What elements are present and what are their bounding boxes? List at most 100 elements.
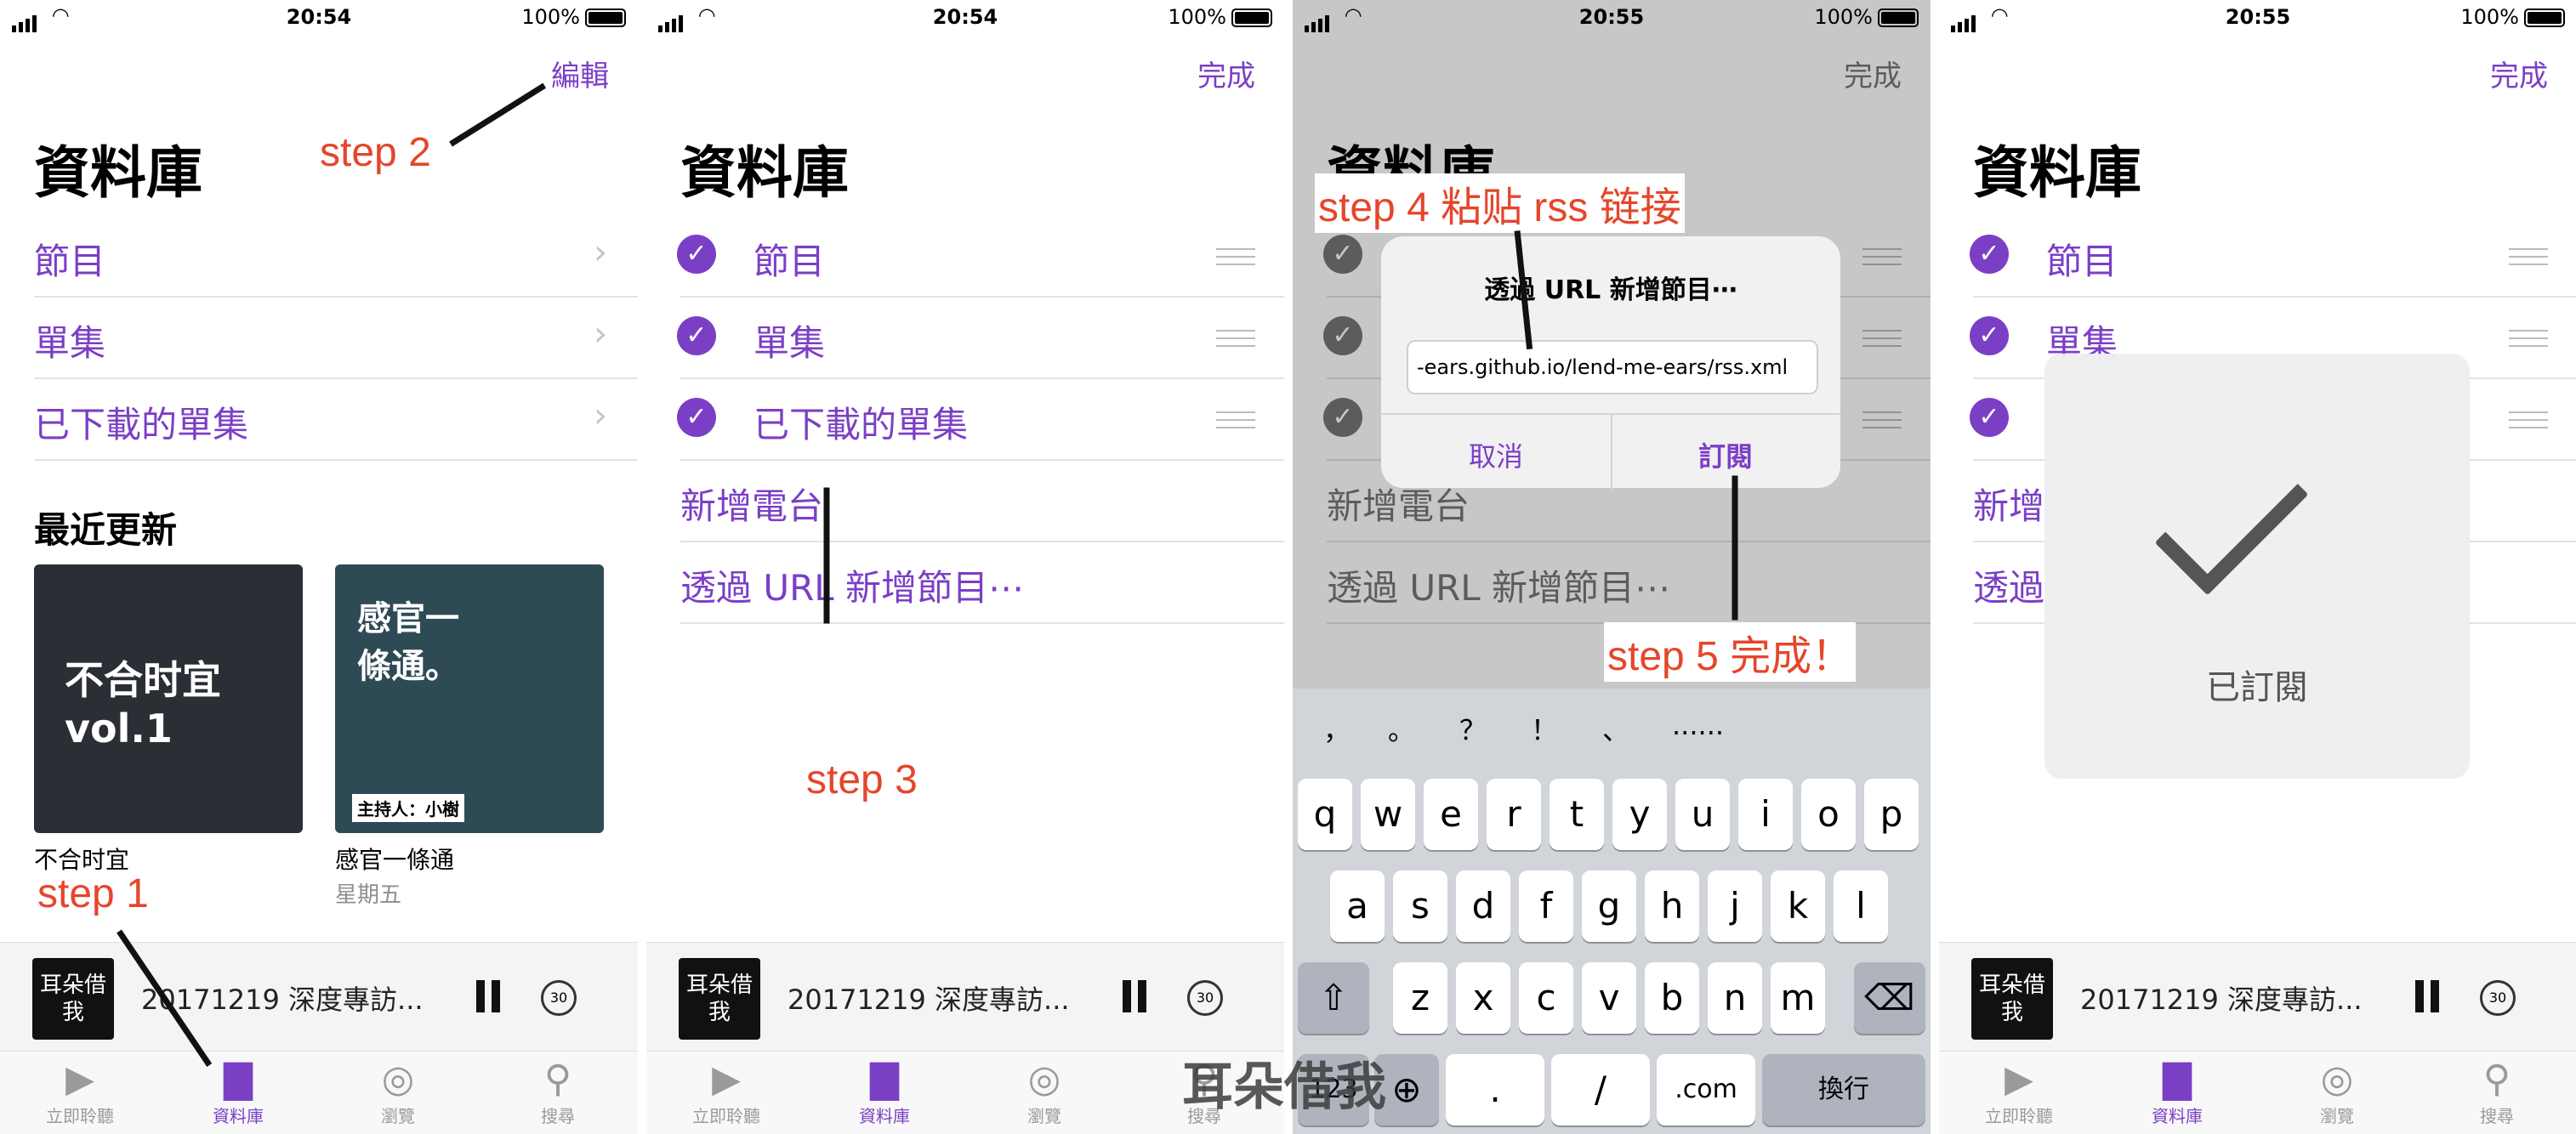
done-button[interactable]: 完成 (1197, 53, 1255, 94)
reorder-icon[interactable] (2509, 248, 2548, 265)
subscribe-button[interactable]: 訂閱 (1611, 435, 1840, 474)
podcast-icon: ◎ (2320, 1057, 2354, 1101)
key[interactable]: o (1801, 779, 1856, 850)
toast-message: 已訂閱 (2206, 668, 2308, 707)
tab-search[interactable]: ⚲ 搜尋 (2437, 1057, 2556, 1127)
key[interactable]: g (1582, 870, 1636, 942)
reorder-icon[interactable] (1216, 248, 1255, 265)
pause-icon[interactable] (1123, 980, 1146, 1012)
key[interactable]: w (1361, 779, 1415, 850)
annotation-step2: step 2 (320, 130, 431, 175)
url-input[interactable]: -ears.github.io/lend-me-ears/rss.xml (1407, 340, 1818, 394)
suggestion[interactable]: ！ (1531, 709, 1558, 748)
tab-browse[interactable]: ◎ 瀏覽 (338, 1057, 458, 1127)
key[interactable]: . (1446, 1054, 1544, 1125)
key[interactable]: i (1738, 779, 1793, 850)
tab-listen-now[interactable]: ▶ 立即聆聽 (667, 1057, 786, 1127)
key[interactable]: d (1456, 870, 1510, 942)
reorder-icon[interactable] (1216, 330, 1255, 347)
podcast-artwork[interactable]: 不合时宜 vol.1 (34, 564, 303, 833)
key[interactable]: t (1550, 779, 1604, 850)
checkmark-icon[interactable]: ✓ (677, 316, 716, 355)
library-row-episodes[interactable]: ✓ 單集 (677, 296, 1284, 379)
skip-forward-icon[interactable]: 30 (2480, 980, 2516, 1016)
search-icon: ⚲ (543, 1057, 572, 1101)
tab-listen-now[interactable]: ▶ 立即聆聽 (1959, 1057, 2078, 1127)
tab-library[interactable]: ▇ 資料庫 (179, 1057, 298, 1127)
key[interactable]: e (1424, 779, 1478, 850)
key[interactable]: q (1298, 779, 1352, 850)
return-key[interactable]: 換行 (1762, 1054, 1925, 1125)
key[interactable]: l (1834, 870, 1888, 942)
suggestion[interactable]: 。 (1388, 709, 1415, 748)
key[interactable]: a (1330, 870, 1385, 942)
mini-player[interactable]: 耳朵借我 20171219 深度專訪... 30 (646, 942, 1284, 1052)
key[interactable]: u (1675, 779, 1730, 850)
library-row-downloaded[interactable]: ✓ 已下載的單集 (677, 377, 1284, 461)
checkmark-icon[interactable]: ✓ (1970, 235, 2009, 274)
key[interactable]: y (1612, 779, 1667, 850)
skip-forward-icon[interactable]: 30 (541, 980, 577, 1016)
key[interactable]: v (1582, 962, 1636, 1034)
suggestion[interactable]: ， (1323, 709, 1351, 748)
suggestion[interactable]: 、 (1602, 709, 1629, 748)
episode-title: 20171219 深度專訪... (2080, 984, 2363, 1016)
podcast-icon: ◎ (381, 1057, 415, 1101)
key[interactable]: m (1771, 962, 1825, 1034)
add-by-url-row[interactable]: 透過 URL 新增節目⋯ (680, 541, 1284, 624)
key[interactable]: / (1551, 1054, 1650, 1125)
shift-key[interactable]: ⇧ (1298, 962, 1369, 1034)
battery: 100% (521, 5, 626, 29)
dotcom-key[interactable]: .com (1657, 1054, 1755, 1125)
podcast-date: 星期五 (335, 882, 402, 908)
tab-listen-now[interactable]: ▶ 立即聆聽 (20, 1057, 139, 1127)
done-button[interactable]: 完成 (2490, 53, 2548, 94)
checkmark-icon[interactable]: ✓ (677, 398, 716, 437)
key[interactable]: f (1519, 870, 1573, 942)
tab-library[interactable]: ▇ 資料庫 (825, 1057, 944, 1127)
delete-key[interactable]: ⌫ (1854, 962, 1925, 1034)
key[interactable]: p (1864, 779, 1919, 850)
library-row-downloaded[interactable]: 已下載的單集 › (34, 377, 638, 461)
key[interactable]: b (1645, 962, 1699, 1034)
key[interactable]: c (1519, 962, 1573, 1034)
annotation-step4: step 4 粘贴 rss 链接 (1315, 173, 1685, 233)
suggestion[interactable]: ？ (1459, 709, 1487, 748)
checkmark-icon[interactable]: ✓ (677, 235, 716, 274)
cancel-button[interactable]: 取消 (1381, 435, 1611, 474)
key[interactable]: x (1456, 962, 1510, 1034)
tab-search[interactable]: ⚲ 搜尋 (498, 1057, 617, 1127)
checkmark-icon[interactable]: ✓ (1970, 398, 2009, 437)
tab-library[interactable]: ▇ 資料庫 (2118, 1057, 2237, 1127)
add-url-dialog: 透過 URL 新增節目⋯ -ears.github.io/lend-me-ear… (1381, 236, 1840, 490)
episode-artwork: 耳朵借我 (1971, 958, 2053, 1040)
pause-icon[interactable] (2415, 980, 2439, 1012)
key[interactable]: h (1645, 870, 1699, 942)
library-row-shows[interactable]: 節目 › (34, 214, 638, 298)
reorder-icon[interactable] (2509, 330, 2548, 347)
podcast-artwork[interactable]: 感官一條通。 主持人：小樹 (335, 564, 604, 833)
reorder-icon[interactable] (1216, 411, 1255, 428)
podcast-title[interactable]: 感官一條通 (335, 842, 454, 876)
key[interactable]: k (1771, 870, 1825, 942)
key[interactable]: n (1708, 962, 1762, 1034)
tab-browse[interactable]: ◎ 瀏覽 (985, 1057, 1104, 1127)
key[interactable]: j (1708, 870, 1762, 942)
library-row-shows[interactable]: ✓ 節目 (1970, 214, 2576, 298)
key[interactable]: s (1393, 870, 1447, 942)
suggestion[interactable]: ...... (1672, 709, 1724, 741)
mini-player[interactable]: 耳朵借我 20171219 深度專訪... 30 (1939, 942, 2576, 1052)
checkmark-icon[interactable]: ✓ (1970, 316, 2009, 355)
skip-forward-icon[interactable]: 30 (1187, 980, 1223, 1016)
edit-button[interactable]: 編輯 (551, 53, 609, 94)
library-row-shows[interactable]: ✓ 節目 (677, 214, 1284, 298)
status-bar: ◠ 20:54 100% (646, 0, 1284, 34)
add-station-row[interactable]: 新增電台 (680, 459, 1284, 542)
mini-player[interactable]: 耳朵借我 20171219 深度專訪... 30 (0, 942, 638, 1052)
key[interactable]: r (1487, 779, 1541, 850)
tab-browse[interactable]: ◎ 瀏覽 (2277, 1057, 2397, 1127)
key[interactable]: z (1393, 962, 1447, 1034)
library-row-episodes[interactable]: 單集 › (34, 296, 638, 379)
pause-icon[interactable] (476, 980, 500, 1012)
reorder-icon[interactable] (2509, 411, 2548, 428)
